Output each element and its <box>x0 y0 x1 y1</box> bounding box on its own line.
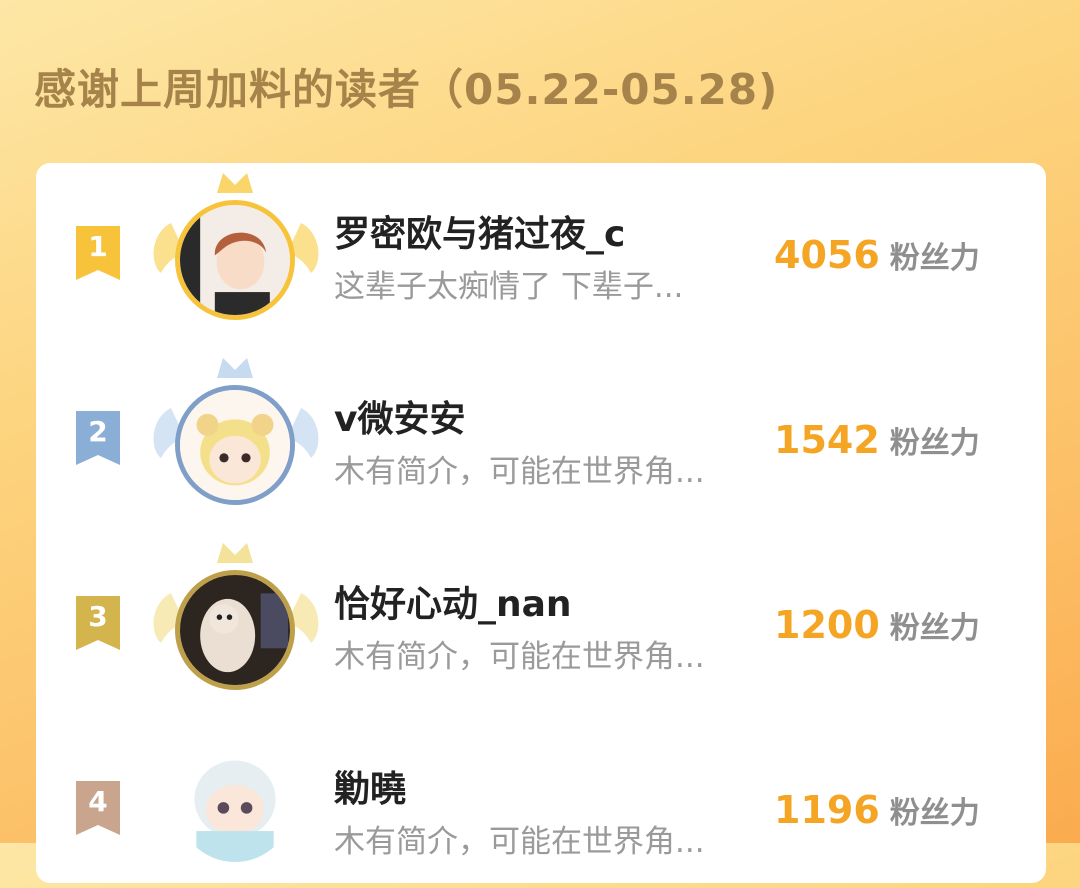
ranking-row-2[interactable]: 2 v微安安 木有简介，可能在世界角... 1542 粉丝力 <box>36 348 1046 518</box>
ranking-row-4[interactable]: 4 勦曉 木有简介，可能在世界角... 1196 粉丝力 <box>36 718 1046 888</box>
avatar-frame <box>141 718 331 888</box>
ranking-row-1[interactable]: 1 罗密欧与猪过夜_c 这辈子太痴情了 下辈子... 4056 粉丝力 <box>36 163 1046 333</box>
fan-score-value: 1542 <box>774 418 880 462</box>
avatar-frame-gold <box>141 163 331 333</box>
user-bio: 木有简介，可能在世界角... <box>334 824 705 860</box>
page-title: 感谢上周加料的读者（05.22-05.28) <box>34 65 779 114</box>
avatar-frame-silver <box>141 348 331 518</box>
fan-score-unit: 粉丝力 <box>889 611 980 646</box>
fan-score-unit: 粉丝力 <box>889 796 980 831</box>
user-avatar[interactable] <box>175 200 295 320</box>
fan-score-value: 4056 <box>774 233 880 277</box>
user-name[interactable]: 勦曉 <box>334 760 406 812</box>
fan-score: 1196 粉丝力 <box>774 788 980 832</box>
user-avatar[interactable] <box>175 385 295 505</box>
user-bio: 木有简介，可能在世界角... <box>334 454 705 490</box>
ranking-list: 1 罗密欧与猪过夜_c 这辈子太痴情了 下辈子... 4056 粉丝力 2 v微… <box>36 163 1046 883</box>
ranking-row-3[interactable]: 3 恰好心动_nan 木有简介，可能在世界角... 1200 粉丝力 <box>36 533 1046 703</box>
user-bio: 木有简介，可能在世界角... <box>334 639 705 675</box>
rank-badge-3: 3 <box>72 596 124 650</box>
user-name[interactable]: 恰好心动_nan <box>334 575 572 627</box>
rank-badge-2: 2 <box>72 411 124 465</box>
fan-score-unit: 粉丝力 <box>889 241 980 276</box>
avatar-frame-bronze <box>141 533 331 703</box>
fan-score-value: 1200 <box>774 603 880 647</box>
user-name[interactable]: 罗密欧与猪过夜_c <box>334 205 625 257</box>
fan-score-value: 1196 <box>774 788 880 832</box>
user-avatar[interactable] <box>177 746 293 862</box>
rank-badge-1: 1 <box>72 226 124 280</box>
fan-score-unit: 粉丝力 <box>889 426 980 461</box>
user-bio: 这辈子太痴情了 下辈子... <box>334 269 684 305</box>
user-name[interactable]: v微安安 <box>334 390 465 442</box>
fan-score: 4056 粉丝力 <box>774 233 980 277</box>
user-avatar[interactable] <box>175 570 295 690</box>
rank-badge-4: 4 <box>72 781 124 835</box>
fan-score: 1542 粉丝力 <box>774 418 980 462</box>
fan-score: 1200 粉丝力 <box>774 603 980 647</box>
